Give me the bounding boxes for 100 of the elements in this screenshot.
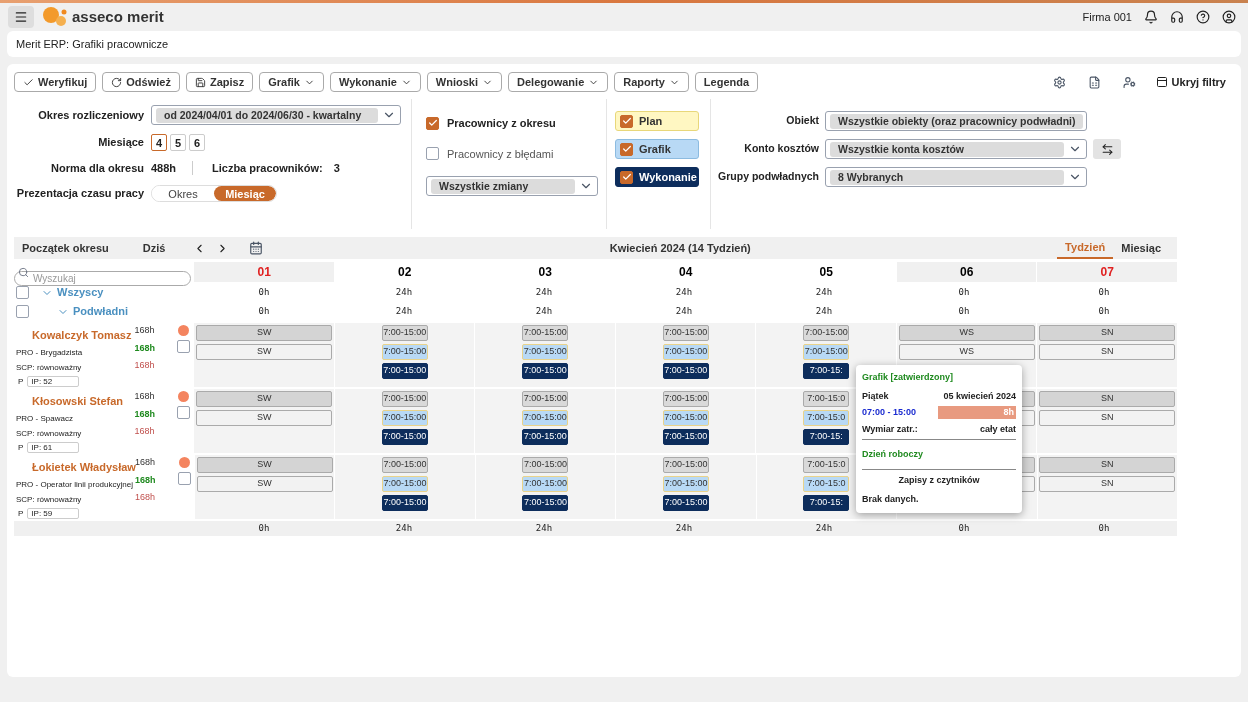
bell-icon[interactable] bbox=[1144, 10, 1158, 24]
plan-shift[interactable]: 7:00-15:0 bbox=[803, 457, 850, 473]
execution-shift[interactable]: 7:00-15:00 bbox=[662, 495, 709, 511]
execution-shift[interactable]: 7:00-15: bbox=[803, 495, 850, 511]
checkbox[interactable] bbox=[16, 286, 29, 299]
employee-name[interactable]: Łokietek Władysław bbox=[32, 459, 135, 476]
plan-shift[interactable]: SN bbox=[1039, 457, 1176, 473]
execution-shift[interactable]: 7:00-15:00 bbox=[522, 429, 569, 445]
plan-shift[interactable]: 7:00-15:00 bbox=[381, 457, 428, 473]
dropdown[interactable]: Wszystkie konta kosztów bbox=[825, 139, 1087, 159]
user-icon[interactable] bbox=[1222, 10, 1236, 24]
schedule-shift[interactable]: SN bbox=[1039, 344, 1176, 360]
view-tab[interactable]: Miesiąc bbox=[1113, 237, 1169, 259]
execution-shift[interactable]: 7:00-15:00 bbox=[662, 429, 709, 445]
toolbar-button[interactable]: Grafik bbox=[259, 72, 324, 92]
plan-shift[interactable]: 7:00-15:0 bbox=[803, 391, 850, 407]
execution-shift[interactable]: 7:00-15:00 bbox=[381, 495, 428, 511]
plan-shift[interactable]: SN bbox=[1039, 391, 1176, 407]
company-name[interactable]: Firma 001 bbox=[1082, 8, 1132, 26]
toolbar-button[interactable]: Zapisz bbox=[185, 72, 254, 92]
user-settings-icon[interactable] bbox=[1122, 75, 1136, 89]
plan-shift[interactable]: 7:00-15:00 bbox=[381, 391, 428, 407]
execution-shift[interactable]: 7:00-15:00 bbox=[381, 363, 428, 379]
execution-shift[interactable]: 7:00-15: bbox=[803, 363, 850, 379]
calendar-icon[interactable] bbox=[249, 241, 264, 255]
schedule-shift[interactable]: 7:00-15:00 bbox=[662, 476, 709, 492]
schedule-shift[interactable]: 7:00-15:00 bbox=[381, 410, 428, 426]
headset-icon[interactable] bbox=[1170, 10, 1184, 24]
ip-field[interactable]: IP: 52 bbox=[27, 376, 80, 387]
plan-shift[interactable]: 7:00-15:00 bbox=[662, 391, 709, 407]
plan-shift[interactable]: SW bbox=[196, 325, 333, 341]
dropdown[interactable]: Wszystkie obiekty (oraz pracownicy podwładni) bbox=[825, 111, 1087, 131]
dropdown[interactable]: 8 Wybranych bbox=[825, 167, 1087, 187]
checkbox[interactable] bbox=[620, 170, 633, 184]
plan-shift[interactable]: 7:00-15:00 bbox=[381, 325, 428, 341]
toolbar-button[interactable]: Legenda bbox=[694, 72, 759, 92]
execution-shift[interactable]: 7:00-15:00 bbox=[522, 495, 569, 511]
execution-shift[interactable]: 7:00-15:00 bbox=[662, 363, 709, 379]
checkbox[interactable] bbox=[426, 147, 439, 161]
checkbox[interactable] bbox=[177, 340, 191, 353]
segment-option[interactable]: Miesiąc bbox=[214, 186, 276, 201]
settings-icon[interactable] bbox=[1052, 75, 1066, 89]
plan-shift[interactable]: SW bbox=[196, 391, 333, 407]
search-field[interactable]: Wyszukaj bbox=[14, 270, 192, 286]
toolbar-button[interactable]: Delegowanie bbox=[508, 72, 609, 92]
layer-toggle[interactable]: Plan bbox=[615, 111, 699, 131]
toolbar-button[interactable]: Weryfikuj bbox=[14, 72, 97, 92]
schedule-shift[interactable]: SW bbox=[196, 344, 333, 360]
checkbox[interactable] bbox=[426, 116, 439, 130]
plan-shift[interactable]: 7:00-15:00 bbox=[522, 325, 569, 341]
schedule-shift[interactable]: SN bbox=[1039, 476, 1176, 492]
period-dropdown[interactable]: od 2024/04/01 do 2024/06/30 - kwartalny bbox=[151, 105, 401, 125]
execution-shift[interactable]: 7:00-15: bbox=[803, 429, 850, 445]
group-name[interactable]: Wszyscy bbox=[57, 284, 104, 301]
plan-shift[interactable]: WS bbox=[898, 325, 1035, 341]
plan-shift[interactable]: SN bbox=[1039, 325, 1176, 341]
schedule-shift[interactable]: 7:00-15:00 bbox=[662, 410, 709, 426]
schedule-shift[interactable]: 7:00-15:0 bbox=[803, 410, 850, 426]
schedule-shift[interactable]: SW bbox=[196, 476, 333, 492]
schedule-shift[interactable]: SW bbox=[196, 410, 333, 426]
spreadsheet-icon[interactable] bbox=[1087, 75, 1101, 89]
plan-shift[interactable]: SW bbox=[196, 457, 333, 473]
today-button[interactable]: Dziś bbox=[142, 239, 166, 257]
employee-name[interactable]: Kłosowski Stefan bbox=[32, 393, 135, 410]
month-button[interactable]: 4 bbox=[151, 134, 167, 151]
toolbar-button[interactable]: Wnioski bbox=[426, 72, 502, 92]
toolbar-button[interactable]: Raporty bbox=[614, 72, 689, 92]
checkbox[interactable] bbox=[177, 406, 191, 419]
shifts-dropdown[interactable]: Wszystkie zmiany bbox=[426, 176, 598, 196]
layer-toggle[interactable]: Wykonanie bbox=[615, 167, 699, 187]
schedule-shift[interactable]: 7:00-15:00 bbox=[803, 344, 850, 360]
menu-button[interactable] bbox=[8, 6, 34, 28]
employee-name[interactable]: Kowalczyk Tomasz bbox=[32, 327, 135, 344]
execution-shift[interactable]: 7:00-15:00 bbox=[381, 429, 428, 445]
month-button[interactable]: 5 bbox=[170, 134, 186, 151]
schedule-shift[interactable]: SN bbox=[1039, 410, 1176, 426]
month-button[interactable]: 6 bbox=[189, 134, 205, 151]
toolbar-button[interactable]: Wykonanie bbox=[329, 72, 421, 92]
schedule-shift[interactable]: 7:00-15:00 bbox=[381, 476, 428, 492]
schedule-shift[interactable]: WS bbox=[898, 344, 1035, 360]
schedule-shift[interactable]: 7:00-15:00 bbox=[381, 344, 428, 360]
schedule-shift[interactable]: 7:00-15:0 bbox=[803, 476, 850, 492]
plan-shift[interactable]: 7:00-15:00 bbox=[662, 457, 709, 473]
hide-filters-button[interactable]: Ukryj filtry bbox=[1155, 73, 1226, 91]
checkbox-label[interactable]: Pracownicy z błędami bbox=[447, 145, 554, 162]
schedule-shift[interactable]: 7:00-15:00 bbox=[522, 410, 569, 426]
checkbox-label[interactable]: Pracownicy z okresu bbox=[447, 115, 556, 132]
ip-field[interactable]: IP: 59 bbox=[27, 508, 80, 519]
checkbox[interactable] bbox=[620, 142, 633, 156]
schedule-shift[interactable]: 7:00-15:00 bbox=[522, 476, 569, 492]
checkbox[interactable] bbox=[16, 305, 29, 318]
checkbox[interactable] bbox=[620, 114, 633, 128]
toolbar-button[interactable]: Odśwież bbox=[102, 72, 180, 92]
period-start-button[interactable]: Początek okresu bbox=[22, 239, 109, 257]
plan-shift[interactable]: 7:00-15:00 bbox=[662, 325, 709, 341]
schedule-shift[interactable]: 7:00-15:00 bbox=[662, 344, 709, 360]
plan-shift[interactable]: 7:00-15:00 bbox=[803, 325, 850, 341]
group-name[interactable]: Podwładni bbox=[73, 303, 128, 320]
help-icon[interactable] bbox=[1196, 10, 1210, 24]
execution-shift[interactable]: 7:00-15:00 bbox=[522, 363, 569, 379]
